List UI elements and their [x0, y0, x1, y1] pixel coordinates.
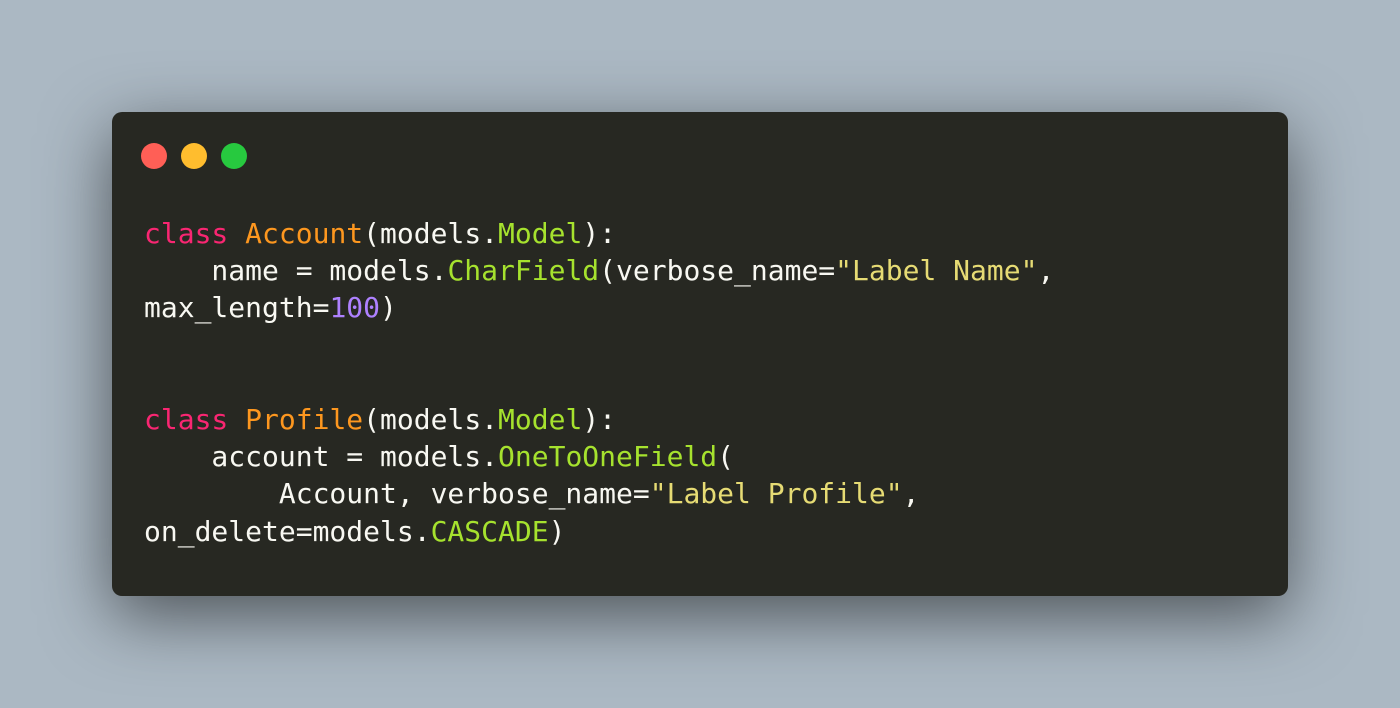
code-window: class Account(models.Model): name = mode… [112, 112, 1288, 596]
code-token-plain: max_length= [144, 291, 330, 325]
code-token-plain: , [1037, 254, 1055, 288]
code-token-plain: Account, verbose_name= [144, 477, 650, 511]
code-token-plain: account = models. [144, 440, 499, 474]
code-token-type: CASCADE [430, 514, 549, 548]
code-token-plain: (models. [363, 402, 499, 436]
code-token-class: Account [245, 217, 364, 250]
code-token-plain: ( [717, 440, 735, 474]
code-token-plain: on_delete=models. [144, 514, 431, 548]
code-line: name = models.CharField(verbose_name="La… [144, 252, 1054, 289]
minimize-button[interactable] [181, 143, 207, 169]
code-token-plain: ): [582, 217, 617, 250]
code-token-class: Profile [245, 402, 364, 436]
code-token-type: Model [498, 217, 583, 250]
code-token-plain: (verbose_name= [599, 254, 836, 288]
code-token-type: Model [498, 402, 583, 436]
code-token-string: "Label Name" [835, 254, 1038, 288]
code-token-type: CharField [447, 254, 600, 288]
code-block: class Account(models.Model): name = mode… [144, 215, 1054, 550]
code-line: max_length=100) [144, 289, 1054, 326]
window-controls [141, 143, 247, 169]
code-token-plain: ) [548, 514, 566, 548]
close-button[interactable] [141, 143, 167, 169]
maximize-button[interactable] [221, 143, 247, 169]
code-line: account = models.OneToOneField( [144, 438, 1054, 475]
code-line: Account, verbose_name="Label Profile", [144, 475, 1054, 512]
code-token-string: "Label Profile" [649, 477, 903, 511]
code-line: class Profile(models.Model): [144, 401, 1054, 438]
code-line: class Account(models.Model): [144, 215, 1054, 252]
code-token-plain: name = models. [144, 254, 448, 288]
code-token-keyword: class [144, 402, 229, 436]
code-token-plain: (models. [363, 217, 499, 250]
code-token-plain: , [902, 477, 920, 511]
code-token-plain: ): [582, 402, 617, 436]
code-token-number: 100 [329, 291, 381, 325]
code-token-keyword: class [144, 217, 229, 250]
code-line: on_delete=models.CASCADE) [144, 513, 1054, 550]
page-background: { "window": { "controls": [ {"name": "cl… [0, 0, 1400, 708]
code-token-type: OneToOneField [498, 440, 718, 474]
code-token-plain: ) [380, 291, 397, 325]
